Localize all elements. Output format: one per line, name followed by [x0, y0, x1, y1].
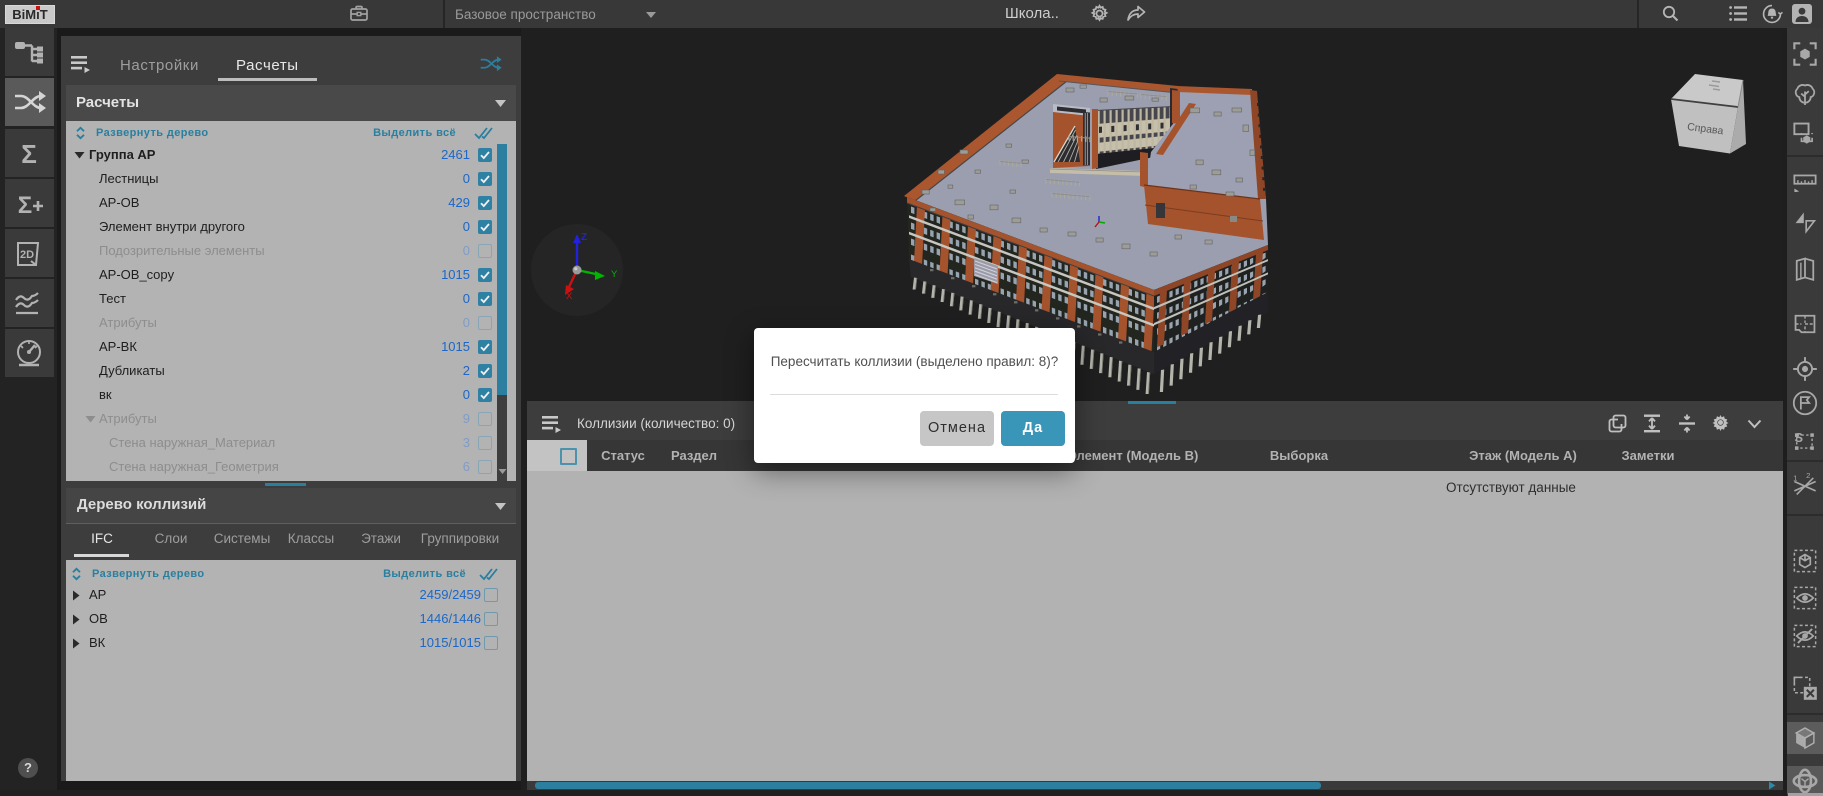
svg-text:Σ: Σ	[21, 139, 37, 169]
svg-text:Z: Z	[581, 232, 587, 243]
svg-text:1: 1	[1793, 473, 1797, 482]
svg-text:2D: 2D	[20, 249, 34, 261]
svg-text:X: X	[566, 291, 573, 302]
svg-text:Y: Y	[611, 269, 618, 280]
svg-text:S: S	[1794, 430, 1803, 445]
svg-text:Σ: Σ	[18, 192, 32, 219]
svg-text:2: 2	[1806, 472, 1810, 480]
